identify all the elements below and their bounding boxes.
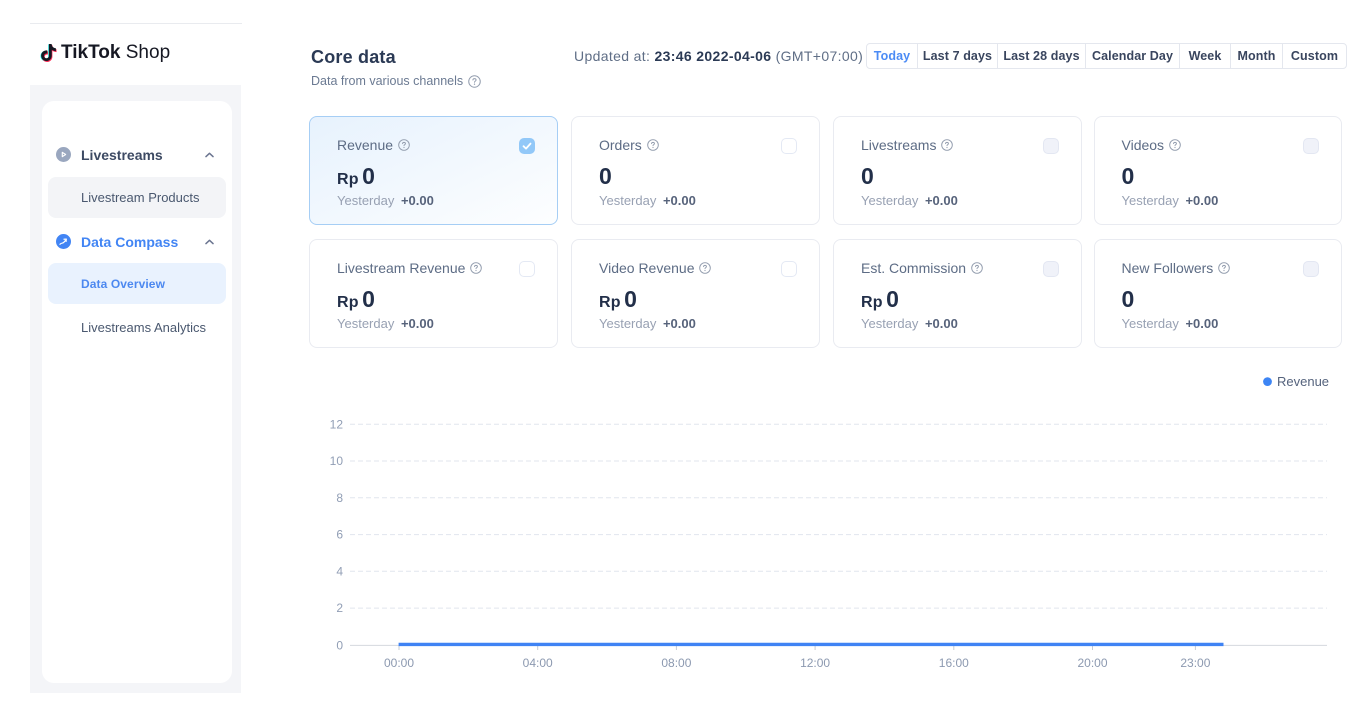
svg-text:12:00: 12:00: [800, 656, 830, 670]
svg-text:6: 6: [336, 528, 343, 542]
svg-text:10: 10: [330, 454, 344, 468]
svg-text:12: 12: [330, 417, 344, 431]
svg-text:16:00: 16:00: [939, 656, 969, 670]
svg-text:08:00: 08:00: [661, 656, 691, 670]
svg-text:0: 0: [336, 638, 343, 652]
svg-text:2: 2: [336, 601, 343, 615]
svg-text:23:00: 23:00: [1180, 656, 1210, 670]
svg-text:Revenue: Revenue: [1277, 374, 1329, 389]
svg-text:4: 4: [336, 564, 343, 578]
svg-text:04:00: 04:00: [523, 656, 553, 670]
svg-text:8: 8: [336, 491, 343, 505]
svg-text:00:00: 00:00: [384, 656, 414, 670]
svg-text:20:00: 20:00: [1077, 656, 1107, 670]
